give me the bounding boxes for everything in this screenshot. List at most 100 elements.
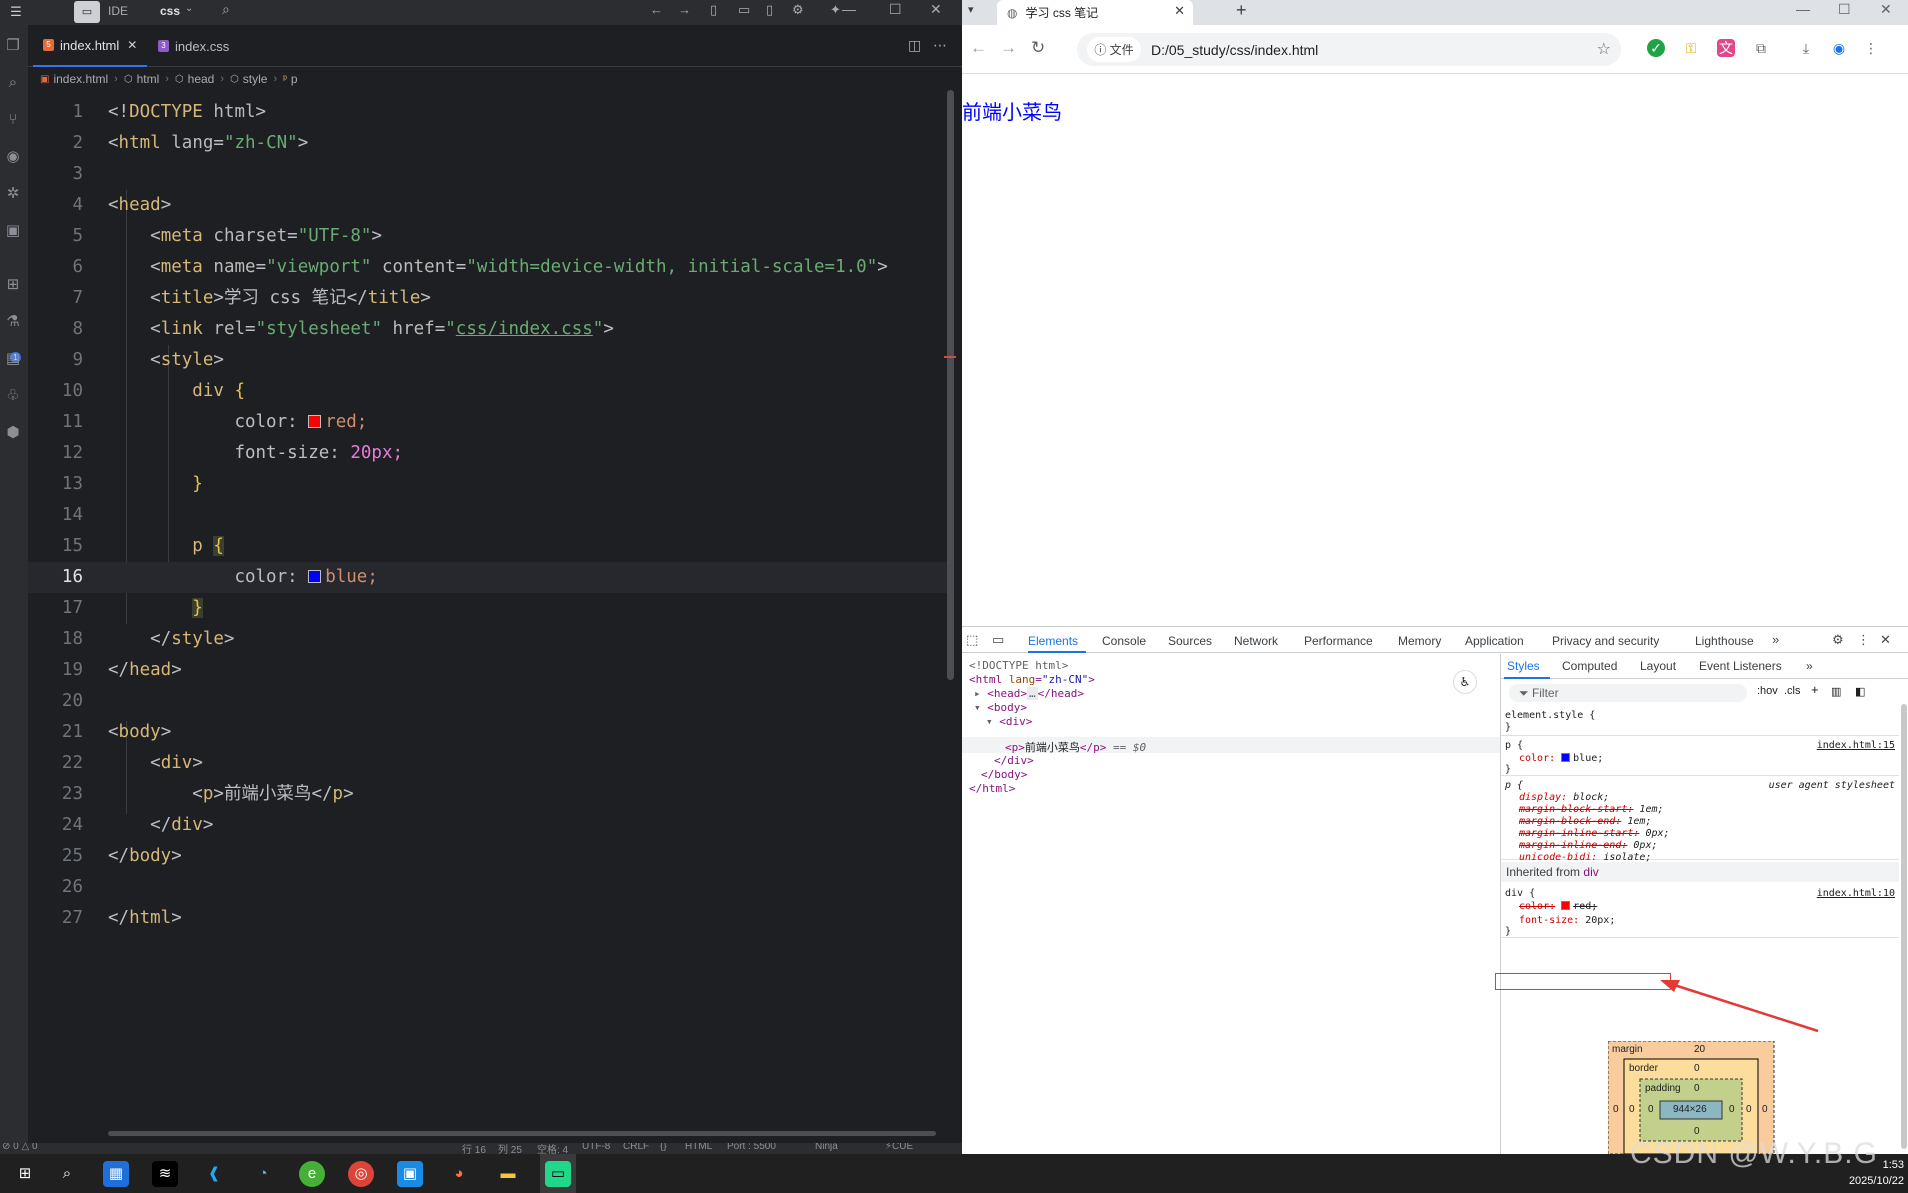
color-swatch-icon[interactable]: [308, 415, 322, 428]
dom-node-p-selected[interactable]: <p>前端小菜鸟</p> == $0: [1005, 739, 1146, 755]
remote-icon[interactable]: ▣: [2, 220, 24, 242]
expand-arrow-icon[interactable]: ▸: [974, 687, 981, 700]
cursor-line[interactable]: 行 16: [462, 1143, 486, 1154]
close-icon[interactable]: ✕: [1880, 632, 1891, 648]
chrome-icon[interactable]: ◎: [348, 1161, 374, 1187]
braces-indicator[interactable]: {}: [660, 1143, 667, 1152]
code-editor[interactable]: 1 <!DOCTYPE html> 2 <html lang="zh-CN"> 3 …: [28, 97, 962, 1132]
tree-icon[interactable]: ♧: [2, 385, 24, 407]
extensions-puzzle-icon[interactable]: ⧉: [1752, 39, 1770, 57]
href-link[interactable]: css/index.css: [456, 319, 593, 339]
search-icon[interactable]: ⌕: [222, 1, 230, 18]
tab-elements[interactable]: Elements: [1028, 634, 1078, 648]
package-icon[interactable]: ⬢: [2, 422, 24, 444]
cursor-col[interactable]: 列 25: [498, 1143, 522, 1154]
live-server-port[interactable]: Port : 5500: [727, 1143, 776, 1152]
color-swatch-icon[interactable]: [1561, 901, 1571, 910]
dom-node-div-close[interactable]: </div>: [994, 754, 1034, 767]
book-icon[interactable]: ▤: [2, 348, 24, 370]
download-icon[interactable]: ⤓: [1797, 39, 1815, 57]
settings-icon[interactable]: ⚙: [1832, 632, 1844, 648]
app-store-icon[interactable]: ▦: [103, 1161, 129, 1187]
paint-icon[interactable]: ▥: [1831, 685, 1841, 698]
close-icon[interactable]: ✕: [1880, 1, 1892, 18]
minimize-icon[interactable]: —: [1796, 1, 1810, 17]
close-icon[interactable]: ✕: [127, 38, 137, 52]
tab-privacy-security[interactable]: Privacy and security: [1552, 634, 1659, 648]
maximize-icon[interactable]: ☐: [1838, 1, 1851, 18]
file-explorer-icon[interactable]: ▬: [495, 1161, 521, 1187]
vscode-icon[interactable]: ❰: [201, 1161, 227, 1187]
more-vertical-icon[interactable]: ⋮: [1857, 632, 1870, 648]
tab-performance[interactable]: Performance: [1304, 634, 1373, 648]
tab-network[interactable]: Network: [1234, 634, 1278, 648]
hov-toggle[interactable]: :hov: [1757, 685, 1778, 697]
dom-node-html[interactable]: <html lang="zh-CN">: [969, 673, 1095, 686]
minimize-icon[interactable]: —: [842, 1, 856, 17]
indent-setting[interactable]: 空格: 4: [537, 1143, 568, 1154]
back-arrow-icon[interactable]: ←: [650, 2, 663, 17]
dom-node-head[interactable]: ▸ <head>… </head>: [974, 687, 1084, 700]
declaration-font-size[interactable]: font-size: 20px;: [1519, 915, 1615, 926]
more-icon[interactable]: ⋯: [933, 37, 947, 54]
dom-node-body-close[interactable]: </body>: [981, 768, 1027, 781]
extra-status[interactable]: ⚡CUE: [885, 1143, 913, 1152]
tab-lighthouse[interactable]: Lighthouse: [1695, 634, 1754, 648]
breadcrumb-item[interactable]: ⬡ head: [175, 72, 214, 86]
language-mode[interactable]: HTML: [685, 1143, 712, 1152]
app-icon[interactable]: ≋: [152, 1161, 178, 1187]
tab-styles[interactable]: Styles: [1507, 659, 1540, 673]
cls-toggle[interactable]: .cls: [1784, 685, 1801, 697]
firefox-icon[interactable]: ◕: [446, 1161, 472, 1187]
styles-scrollbar[interactable]: [1901, 704, 1907, 1149]
accessibility-icon[interactable]: ♿: [1453, 670, 1477, 694]
breadcrumb-item[interactable]: ⬡ style: [230, 72, 267, 86]
windows-start-icon[interactable]: ⊞: [12, 1161, 38, 1187]
layout-bottom-icon[interactable]: ▭: [738, 2, 750, 18]
split-editor-icon[interactable]: ◫: [908, 37, 921, 54]
more-vertical-icon[interactable]: ⋮: [1862, 39, 1880, 57]
tab-index-css[interactable]: 3 index.css: [148, 25, 239, 67]
more-tabs-icon[interactable]: »: [1772, 632, 1779, 647]
dom-node-body[interactable]: ▾ <body>: [974, 701, 1027, 714]
editor-scrollbar[interactable]: [947, 90, 954, 680]
settings-icon[interactable]: ⚙: [792, 2, 804, 18]
maximize-icon[interactable]: ☐: [889, 1, 902, 18]
testing-icon[interactable]: ⚗: [2, 311, 24, 333]
device-toggle-icon[interactable]: ▭: [992, 632, 1004, 648]
inherited-from-link[interactable]: div: [1583, 865, 1598, 879]
search-replace-icon[interactable]: ⌕: [2, 72, 24, 94]
color-swatch-icon[interactable]: [1561, 753, 1571, 762]
more-tabs-icon[interactable]: »: [1806, 659, 1813, 673]
color-swatch-icon[interactable]: [308, 570, 322, 583]
encoding[interactable]: UTF-8: [582, 1143, 610, 1152]
declaration-overridden[interactable]: color: red;: [1519, 901, 1597, 912]
forward-icon[interactable]: →: [1000, 38, 1017, 58]
tab-console[interactable]: Console: [1102, 634, 1146, 648]
editor-horizontal-scrollbar[interactable]: [108, 1131, 936, 1136]
dom-node-doctype[interactable]: <!DOCTYPE html>: [969, 659, 1068, 672]
line-ending[interactable]: CRLF: [623, 1143, 649, 1152]
source-link[interactable]: index.html:15: [1817, 740, 1895, 751]
tab-event-listeners[interactable]: Event Listeners: [1699, 659, 1782, 673]
tab-computed[interactable]: Computed: [1562, 659, 1617, 673]
search-icon[interactable]: ⌕: [54, 1161, 80, 1187]
ninja-status[interactable]: Ninja: [815, 1143, 838, 1152]
problems-count[interactable]: ⊘ 0 △ 0: [2, 1143, 38, 1152]
browser-e-icon[interactable]: e: [299, 1161, 325, 1187]
extension-check-icon[interactable]: ✓: [1647, 39, 1665, 57]
source-control-icon[interactable]: ⑂: [2, 109, 24, 131]
explorer-icon[interactable]: ❐: [2, 35, 24, 57]
collapse-arrow-icon[interactable]: ▾: [986, 715, 993, 728]
ide-taskbar-icon[interactable]: ▭: [545, 1161, 571, 1187]
debug-icon[interactable]: ✲: [2, 183, 24, 205]
dom-node-html-close[interactable]: </html>: [969, 782, 1015, 795]
address-bar[interactable]: ⓘ 文件 D:/05_study/css/index.html ☆: [1077, 33, 1621, 66]
new-rule-icon[interactable]: +: [1811, 682, 1819, 697]
breadcrumb-item[interactable]: ▣ index.html: [40, 72, 108, 86]
profile-icon[interactable]: ◉: [1830, 39, 1848, 57]
breadcrumb-item[interactable]: ᵖp: [283, 72, 297, 86]
collapse-arrow-icon[interactable]: ▾: [974, 701, 981, 714]
close-icon[interactable]: ✕: [930, 1, 942, 18]
sparkle-icon[interactable]: ✦: [830, 2, 841, 18]
